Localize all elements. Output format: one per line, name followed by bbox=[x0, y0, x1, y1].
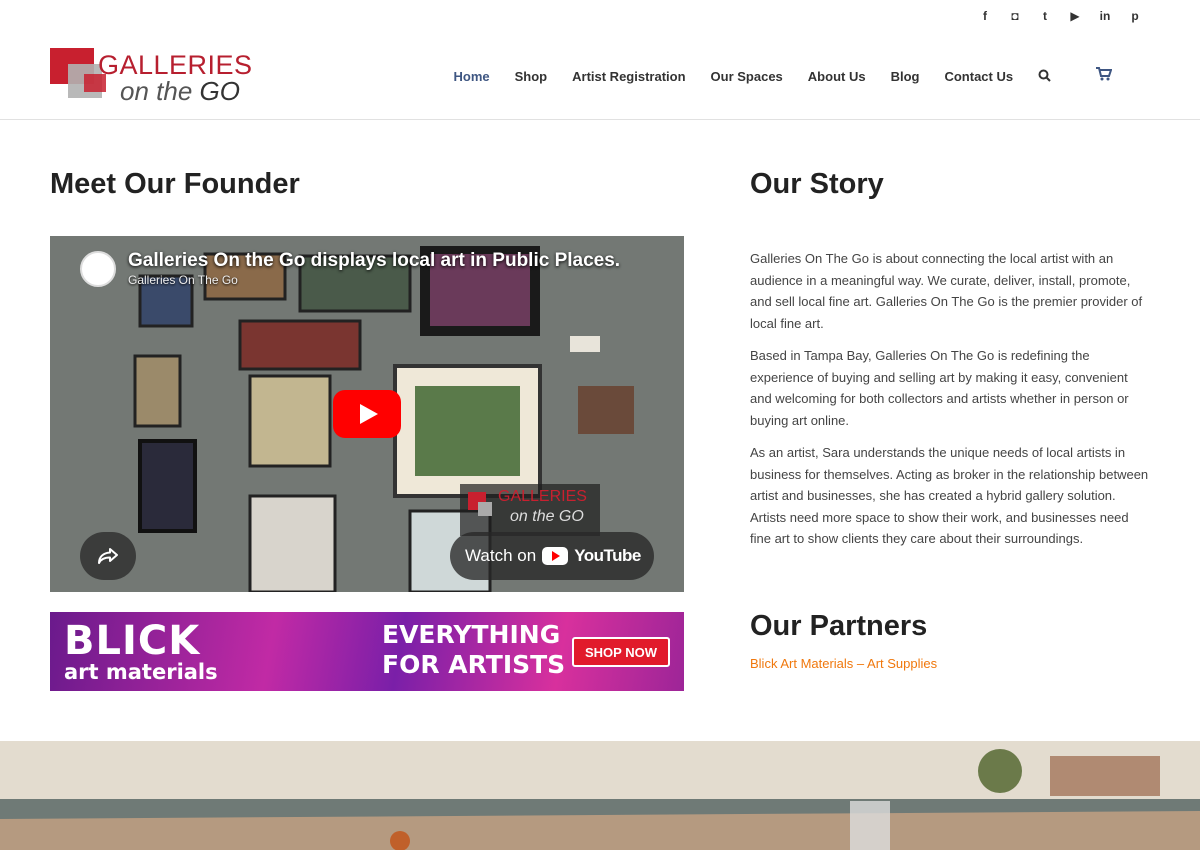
nav-blog[interactable]: Blog bbox=[878, 34, 932, 120]
partners-heading: Our Partners bbox=[750, 610, 928, 642]
nav-our-spaces[interactable]: Our Spaces bbox=[698, 34, 795, 120]
facebook-icon[interactable]: f bbox=[970, 6, 1000, 26]
video-overlay-logo: GALLERIES on the GO bbox=[460, 484, 600, 536]
banner-brand-sub: art materials bbox=[64, 660, 218, 684]
social-bar: f ◘ t ▶ in p bbox=[0, 0, 1200, 34]
youtube-video[interactable]: Galleries On the Go displays local art i… bbox=[50, 236, 684, 592]
youtube-icon[interactable]: ▶ bbox=[1060, 6, 1090, 26]
nav-contact-us[interactable]: Contact Us bbox=[932, 34, 1026, 120]
shop-now-button[interactable]: SHOP NOW bbox=[572, 637, 670, 667]
founder-heading: Meet Our Founder bbox=[50, 168, 300, 200]
search-icon[interactable] bbox=[1026, 34, 1064, 120]
story-paragraph: Based in Tampa Bay, Galleries On The Go … bbox=[750, 348, 1129, 428]
twitter-icon[interactable]: t bbox=[1030, 6, 1060, 26]
video-title[interactable]: Galleries On the Go displays local art i… bbox=[128, 250, 620, 272]
channel-avatar[interactable] bbox=[80, 251, 116, 287]
site-logo[interactable]: GALLERIES on the GO bbox=[50, 46, 252, 106]
story-paragraph: As an artist, Sara understands the uniqu… bbox=[750, 445, 1149, 546]
story-paragraph: Galleries On The Go is about connecting … bbox=[750, 251, 1143, 331]
nav-artist-registration[interactable]: Artist Registration bbox=[560, 34, 698, 120]
footer-painting-image bbox=[0, 741, 1200, 850]
youtube-logo-icon bbox=[542, 547, 569, 565]
story-text: Galleries On The Go is about connecting … bbox=[750, 248, 1152, 561]
site-header: GALLERIES on the GO Home Shop Artist Reg… bbox=[0, 34, 1200, 120]
logo-line2: on the GO bbox=[120, 76, 240, 106]
social-links: f ◘ t ▶ in p bbox=[970, 6, 1150, 26]
story-heading: Our Story bbox=[750, 168, 884, 200]
instagram-icon[interactable]: ◘ bbox=[1000, 6, 1030, 26]
partner-link-blick[interactable]: Blick Art Materials – Art Supplies bbox=[750, 656, 937, 671]
pinterest-icon[interactable]: p bbox=[1120, 6, 1150, 26]
play-button[interactable] bbox=[333, 390, 401, 438]
nav-shop[interactable]: Shop bbox=[502, 34, 560, 120]
nav-home[interactable]: Home bbox=[441, 34, 502, 120]
linkedin-icon[interactable]: in bbox=[1090, 6, 1120, 26]
watch-on-youtube-button[interactable]: Watch on YouTube bbox=[450, 532, 654, 580]
share-icon bbox=[98, 548, 118, 564]
banner-headline: EVERYTHING FOR ARTISTS bbox=[382, 620, 566, 679]
video-channel[interactable]: Galleries On The Go bbox=[128, 273, 238, 287]
cart-icon[interactable] bbox=[1096, 67, 1113, 83]
nav-about-us[interactable]: About Us bbox=[795, 34, 878, 120]
banner-brand: BLICK bbox=[64, 618, 201, 664]
blick-ad-banner[interactable]: BLICK art materials EVERYTHING FOR ARTIST… bbox=[50, 612, 684, 691]
share-button[interactable] bbox=[80, 532, 136, 580]
main-nav: Home Shop Artist Registration Our Spaces… bbox=[441, 34, 1064, 120]
